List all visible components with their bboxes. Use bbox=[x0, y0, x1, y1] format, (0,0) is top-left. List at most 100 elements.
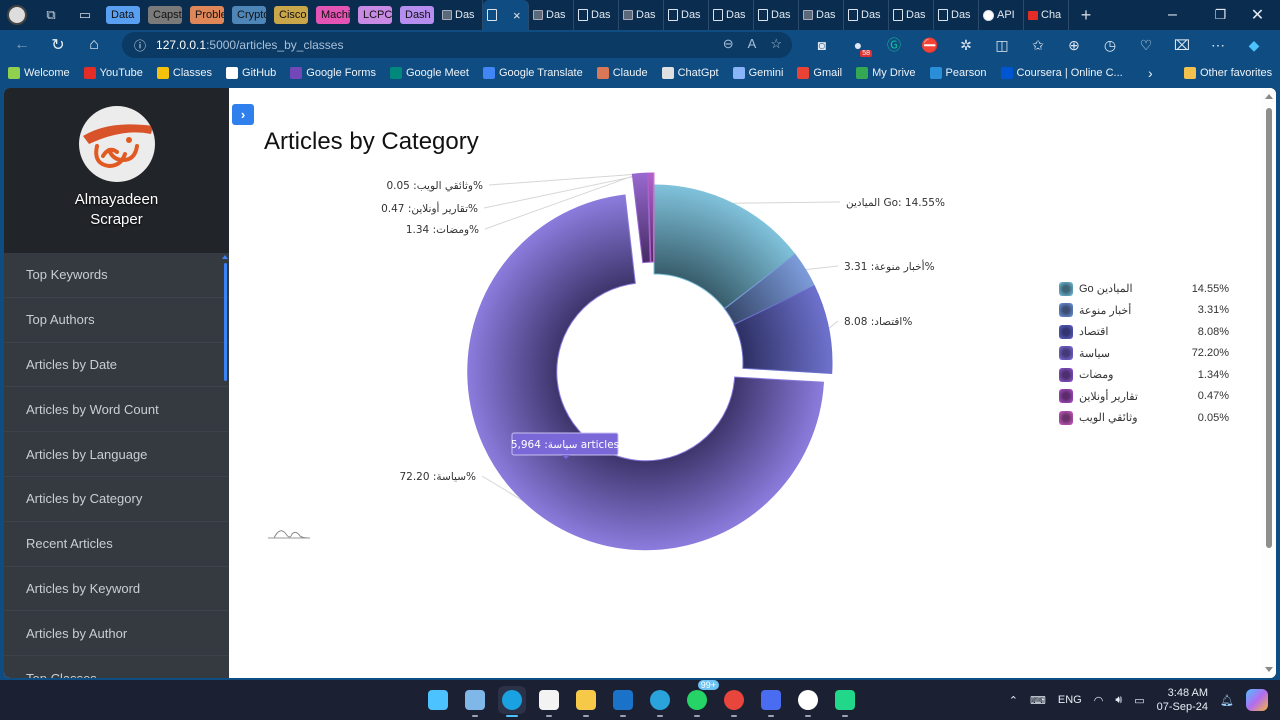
battery-icon[interactable]: ▭ bbox=[1134, 694, 1144, 707]
favorite-star-icon[interactable]: ☆ bbox=[770, 36, 782, 52]
copilot-taskbar-icon[interactable] bbox=[1246, 689, 1268, 711]
browser-tab[interactable]: Cha bbox=[1024, 0, 1069, 30]
zoom-icon[interactable]: ⊖ bbox=[723, 36, 734, 52]
browser-tab[interactable]: Das bbox=[844, 0, 889, 30]
notifications-bell-icon[interactable]: 🔔︎ bbox=[1220, 694, 1234, 707]
bookmark-item[interactable]: Google Translate bbox=[482, 67, 583, 79]
browser-tab[interactable]: API bbox=[979, 0, 1024, 30]
todo-taskbar-icon[interactable] bbox=[757, 686, 785, 717]
other-favorites-folder[interactable]: Other favorites bbox=[1184, 67, 1272, 79]
notepad-taskbar-icon[interactable] bbox=[461, 686, 489, 717]
legend-item[interactable]: الميادين Go 14.55% bbox=[1059, 278, 1229, 300]
sidebar-item-articles-by-author[interactable]: Articles by Author bbox=[4, 611, 229, 657]
sidebar-item-recent-articles[interactable]: Recent Articles bbox=[4, 522, 229, 567]
tab-group-3[interactable]: Crypto bbox=[232, 6, 266, 24]
telegram-taskbar-icon[interactable] bbox=[646, 686, 674, 717]
browser-tab[interactable]: Das bbox=[664, 0, 709, 30]
scrollbar-thumb[interactable] bbox=[1266, 108, 1272, 548]
sidebar-scrollbar[interactable] bbox=[224, 263, 227, 381]
browser-tab[interactable]: Das bbox=[438, 0, 483, 30]
browser-tab[interactable]: Das bbox=[754, 0, 799, 30]
bookmark-item[interactable]: Gmail bbox=[797, 67, 842, 79]
pycharm-taskbar-icon[interactable] bbox=[831, 686, 859, 717]
bookmark-item[interactable]: Welcome bbox=[8, 67, 70, 79]
close-tab-icon[interactable]: × bbox=[513, 8, 521, 23]
bookmark-item[interactable]: Claude bbox=[596, 67, 648, 79]
back-button[interactable]: ← bbox=[4, 31, 40, 59]
bookmark-item[interactable]: Google Meet bbox=[389, 67, 469, 79]
wifi-icon[interactable]: ◠ bbox=[1094, 694, 1104, 707]
language-indicator[interactable]: ENG bbox=[1058, 694, 1082, 706]
bookmark-item[interactable]: Google Forms bbox=[290, 67, 376, 79]
tab-group-0[interactable]: Data bbox=[106, 6, 140, 24]
scroll-up-arrow[interactable] bbox=[1265, 94, 1273, 99]
blocker-extension-icon[interactable]: ⛔ bbox=[918, 33, 942, 57]
sidebar-item-articles-by-keyword[interactable]: Articles by Keyword bbox=[4, 567, 229, 612]
copilot-icon[interactable]: ◆ bbox=[1242, 33, 1266, 57]
page-scrollbar[interactable] bbox=[1262, 88, 1276, 678]
sidebar-item-top-authors[interactable]: Top Authors bbox=[4, 298, 229, 343]
tab-group-4[interactable]: Cisco bbox=[274, 6, 308, 24]
browser-tab[interactable]: Das bbox=[934, 0, 979, 30]
minimize-button[interactable]: – bbox=[1150, 0, 1195, 30]
sidebar-item-articles-by-date[interactable]: Articles by Date bbox=[4, 343, 229, 388]
close-window-button[interactable]: ✕ bbox=[1235, 0, 1280, 30]
bookmark-item[interactable]: Classes bbox=[156, 67, 212, 79]
store-taskbar-icon[interactable] bbox=[535, 686, 563, 717]
tab-group-1[interactable]: Capstone bbox=[148, 6, 182, 24]
new-tab-button[interactable]: + bbox=[1075, 4, 1097, 26]
workspaces-icon[interactable]: ⧉ bbox=[40, 4, 62, 26]
tab-group-6[interactable]: LCPC bbox=[358, 6, 392, 24]
more-options-icon[interactable]: ⋯ bbox=[1206, 33, 1230, 57]
browser-tab[interactable]: Das bbox=[619, 0, 664, 30]
tab-group-2[interactable]: Problems bbox=[190, 6, 224, 24]
refresh-button[interactable]: ↻ bbox=[40, 31, 76, 59]
legend-item[interactable]: أخبار منوعة 3.31% bbox=[1059, 300, 1229, 322]
collections-icon[interactable]: ⊕ bbox=[1062, 33, 1086, 57]
browser-tab[interactable]: Das bbox=[529, 0, 574, 30]
bookmark-item[interactable]: GitHub bbox=[226, 67, 276, 79]
donut-slice[interactable] bbox=[631, 172, 651, 264]
bookmark-item[interactable]: Coursera | Online C... bbox=[1000, 67, 1123, 79]
url-bar[interactable]: ⓘ 127.0.0.1:5000/articles_by_classes ⊖ A… bbox=[122, 32, 792, 58]
grammarly-icon[interactable]: Ⓖ bbox=[882, 33, 906, 57]
tab-group-5[interactable]: Machine bbox=[316, 6, 350, 24]
browser-tab[interactable]: Das bbox=[799, 0, 844, 30]
mongodb-taskbar-icon[interactable] bbox=[794, 686, 822, 717]
site-info-icon[interactable]: ⓘ bbox=[134, 37, 146, 54]
bookmark-item[interactable]: Pearson bbox=[929, 67, 987, 79]
clock[interactable]: 3:48 AM 07-Sep-24 bbox=[1157, 686, 1208, 714]
legend-item[interactable]: تقارير أونلاين 0.47% bbox=[1059, 386, 1229, 408]
whatsapp-taskbar-icon[interactable]: 99+ bbox=[683, 680, 719, 717]
legend-item[interactable]: ومضات 1.34% bbox=[1059, 364, 1229, 386]
explorer-taskbar-icon[interactable] bbox=[572, 686, 600, 717]
sidebar-item-articles-by-word-count[interactable]: Articles by Word Count bbox=[4, 387, 229, 433]
sidebar-item-top-keywords[interactable]: Top Keywords bbox=[4, 253, 229, 298]
split-screen-icon[interactable]: ◫ bbox=[990, 33, 1014, 57]
web-capture-icon[interactable]: ⌧ bbox=[1170, 33, 1194, 57]
volume-icon[interactable]: 🔊︎ bbox=[1115, 694, 1122, 707]
bookmarks-more-button[interactable]: › bbox=[1148, 65, 1153, 81]
browser-tab[interactable]: × bbox=[483, 0, 529, 30]
keyboard-icon[interactable]: ⌨ bbox=[1030, 694, 1046, 707]
browser-tab[interactable]: Das bbox=[574, 0, 619, 30]
sidebar-item-articles-by-category[interactable]: Articles by Category bbox=[4, 477, 229, 522]
bookmark-item[interactable]: YouTube bbox=[83, 67, 143, 79]
scroll-down-arrow[interactable] bbox=[1265, 667, 1273, 672]
tab-actions-icon[interactable]: ▭ bbox=[74, 4, 96, 26]
outlook-taskbar-icon[interactable] bbox=[609, 686, 637, 717]
browser-tab[interactable]: Das bbox=[889, 0, 934, 30]
sidebar-scroll-up-arrow[interactable] bbox=[222, 255, 228, 259]
sidebar-item-top-classes[interactable]: Top Classes bbox=[4, 656, 229, 678]
extensions-icon[interactable]: ✲ bbox=[954, 33, 978, 57]
tab-group-7[interactable]: Dash bbox=[400, 6, 434, 24]
browser-essentials-icon[interactable]: ♡ bbox=[1134, 33, 1158, 57]
favorites-icon[interactable]: ✩ bbox=[1026, 33, 1050, 57]
browser-tab[interactable]: Das bbox=[709, 0, 754, 30]
read-aloud-icon[interactable]: A bbox=[748, 36, 757, 52]
home-button[interactable]: ⌂ bbox=[76, 31, 112, 59]
edge-taskbar-icon[interactable] bbox=[498, 686, 526, 717]
bookmark-item[interactable]: Gemini bbox=[732, 67, 783, 79]
donut-slice[interactable] bbox=[652, 172, 655, 263]
extension-badge-icon[interactable]: ● 58 bbox=[846, 33, 872, 57]
